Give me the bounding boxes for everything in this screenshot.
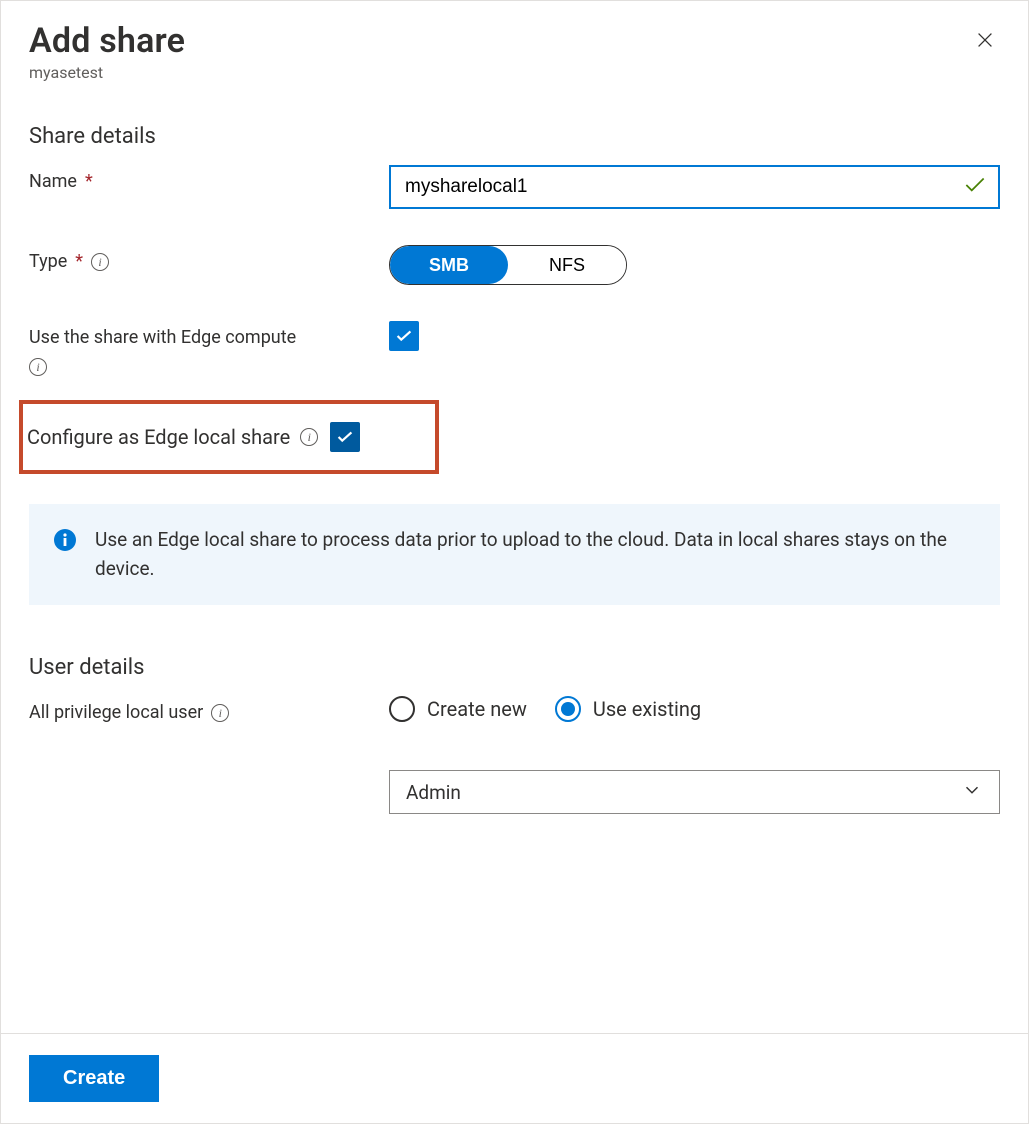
radio-icon	[555, 696, 581, 722]
name-input[interactable]	[389, 165, 1000, 209]
radio-use-existing-label: Use existing	[593, 697, 701, 721]
use-with-compute-checkbox[interactable]	[389, 321, 419, 351]
type-option-smb[interactable]: SMB	[390, 246, 508, 284]
type-label: Type	[29, 251, 67, 272]
close-button[interactable]	[974, 29, 996, 55]
radio-use-existing[interactable]: Use existing	[555, 696, 701, 722]
type-toggle[interactable]: SMB NFS	[389, 245, 627, 285]
required-mark: *	[75, 251, 83, 272]
footer: Create	[1, 1033, 1028, 1123]
section-user-details: User details	[29, 655, 1000, 680]
info-icon[interactable]: i	[29, 358, 47, 376]
name-label: Name	[29, 171, 77, 192]
use-with-compute-label: Use the share with Edge compute	[29, 327, 296, 348]
configure-local-highlight: Configure as Edge local share i	[19, 400, 439, 474]
page-title: Add share	[29, 21, 1000, 61]
check-icon	[393, 325, 415, 347]
configure-local-label: Configure as Edge local share	[27, 425, 290, 449]
user-label: All privilege local user	[29, 702, 203, 723]
required-mark: *	[85, 171, 93, 192]
check-icon	[334, 426, 356, 448]
user-radio-group: Create new Use existing	[389, 696, 1000, 722]
chevron-down-icon	[961, 779, 983, 806]
info-banner-icon	[53, 528, 77, 552]
page-subtitle: myasetest	[29, 63, 1000, 82]
section-share-details: Share details	[29, 124, 1000, 149]
info-icon[interactable]: i	[91, 253, 109, 271]
create-button[interactable]: Create	[29, 1055, 159, 1102]
user-select[interactable]: Admin	[389, 770, 1000, 814]
user-select-value: Admin	[406, 781, 461, 804]
type-option-nfs[interactable]: NFS	[508, 246, 626, 284]
valid-check-icon	[962, 172, 988, 202]
info-banner: Use an Edge local share to process data …	[29, 504, 1000, 605]
info-icon[interactable]: i	[211, 704, 229, 722]
radio-create-new-label: Create new	[427, 697, 527, 721]
info-banner-text: Use an Edge local share to process data …	[95, 526, 976, 583]
close-icon	[974, 29, 996, 51]
configure-local-checkbox[interactable]	[330, 422, 360, 452]
radio-create-new[interactable]: Create new	[389, 696, 527, 722]
info-icon[interactable]: i	[300, 428, 318, 446]
radio-icon	[389, 696, 415, 722]
